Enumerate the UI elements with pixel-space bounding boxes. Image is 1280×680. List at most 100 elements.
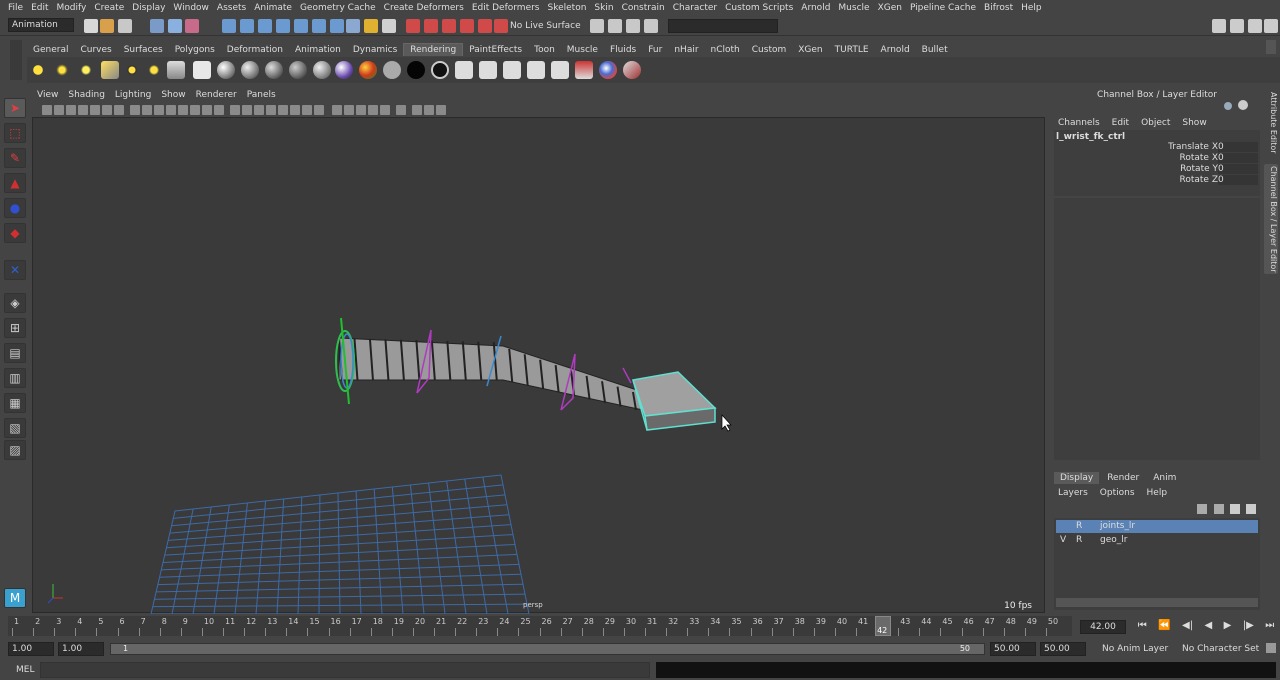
menu-create[interactable]: Create	[90, 3, 128, 13]
shelf-tab-ncloth[interactable]: nCloth	[705, 44, 746, 56]
select-component-icon[interactable]	[185, 19, 199, 33]
directional-light-icon[interactable]	[53, 61, 71, 79]
layer-menu-options[interactable]: Options	[1094, 488, 1141, 498]
viewport-menu-renderer[interactable]: Renderer	[191, 90, 242, 103]
menu-skeleton[interactable]: Skeleton	[544, 3, 591, 13]
anisotropic-icon[interactable]	[313, 61, 331, 79]
viewport-tool-icon[interactable]	[266, 105, 276, 115]
viewport-tool-icon[interactable]	[396, 105, 406, 115]
phong-icon[interactable]	[265, 61, 283, 79]
viewport-tool-icon[interactable]	[102, 105, 112, 115]
menu-edit-deformers[interactable]: Edit Deformers	[468, 3, 544, 13]
render-layer-icon[interactable]	[575, 61, 593, 79]
layer-tab-display[interactable]: Display	[1054, 472, 1100, 484]
mel-label[interactable]: MEL	[16, 665, 34, 675]
viewport-tool-icon[interactable]	[424, 105, 434, 115]
channel-row[interactable]: Translate X0	[1054, 142, 1260, 152]
menuset-dropdown[interactable]: Animation	[8, 18, 74, 32]
menu-skin[interactable]: Skin	[590, 3, 617, 13]
go-to-start-icon[interactable]: ⏮	[1138, 620, 1147, 634]
viewport-tool-icon[interactable]	[242, 105, 252, 115]
snap-surface-icon[interactable]	[294, 19, 308, 33]
tool-settings-toggle-icon[interactable]	[1264, 19, 1278, 33]
snap-extra-icon[interactable]	[330, 19, 344, 33]
viewport-tool-icon[interactable]	[302, 105, 312, 115]
channel-menu-edit[interactable]: Edit	[1106, 118, 1135, 128]
ipr-icon[interactable]	[479, 61, 497, 79]
snap-point-icon[interactable]	[258, 19, 272, 33]
shelf-tab-xgen[interactable]: XGen	[792, 44, 828, 56]
viewport-tool-icon[interactable]	[356, 105, 366, 115]
custom-layout-icon[interactable]: ▨	[4, 440, 26, 460]
viewport-menu-lighting[interactable]: Lighting	[110, 90, 156, 103]
anim-layer-label[interactable]: No Anim Layer	[1102, 644, 1168, 654]
point-light-icon[interactable]	[77, 61, 95, 79]
magnet-curve-icon[interactable]	[424, 19, 438, 33]
render-settings-icon[interactable]	[644, 19, 658, 33]
select-tool-icon[interactable]: ➤	[4, 98, 26, 118]
layer-render-toggle[interactable]: R	[1076, 535, 1086, 545]
layer-scrollbar[interactable]	[1056, 598, 1258, 607]
move-layer-up-icon[interactable]	[1197, 504, 1207, 514]
viewport-tool-icon[interactable]	[214, 105, 224, 115]
paint-select-tool-icon[interactable]: ✎	[4, 148, 26, 168]
script-editor-layout-icon[interactable]: ▧	[4, 418, 26, 438]
shelf-tab-toon[interactable]: Toon	[528, 44, 561, 56]
play-backward-icon[interactable]: ◀	[1204, 620, 1212, 634]
viewport-menu-view[interactable]: View	[32, 90, 63, 103]
shelf-tab-bullet[interactable]: Bullet	[916, 44, 954, 56]
channel-menu-object[interactable]: Object	[1135, 118, 1176, 128]
shelf-menu-button[interactable]	[10, 40, 22, 80]
display-toggle-icon[interactable]	[1224, 102, 1232, 110]
menu-file[interactable]: File	[4, 3, 27, 13]
viewport-tool-icon[interactable]	[66, 105, 76, 115]
command-input[interactable]	[40, 662, 650, 678]
lasso-tool-icon[interactable]: ⬚	[4, 123, 26, 143]
channel-value[interactable]: 0	[1218, 164, 1258, 174]
render-view-icon[interactable]	[590, 19, 604, 33]
snap-view-icon[interactable]	[312, 19, 326, 33]
snap-curve-icon[interactable]	[240, 19, 254, 33]
viewport-tool-icon[interactable]	[202, 105, 212, 115]
viewport-tool-icon[interactable]	[154, 105, 164, 115]
viewport-tool-icon[interactable]	[332, 105, 342, 115]
menu-create-deformers[interactable]: Create Deformers	[380, 3, 468, 13]
perspective-viewport[interactable]: persp 10 fps	[32, 117, 1045, 615]
channel-value[interactable]: 0	[1218, 142, 1258, 152]
viewport-tool-icon[interactable]	[314, 105, 324, 115]
spot-light-icon[interactable]	[101, 61, 119, 79]
channel-row[interactable]: Rotate Y0	[1054, 164, 1260, 174]
shading-map-icon[interactable]	[431, 61, 449, 79]
viewport-tool-icon[interactable]	[166, 105, 176, 115]
magnet-surface-icon[interactable]	[478, 19, 492, 33]
viewport-tool-icon[interactable]	[54, 105, 64, 115]
shelf-tab-dynamics[interactable]: Dynamics	[347, 44, 403, 56]
lambert-icon[interactable]	[241, 61, 259, 79]
viewport-tool-icon[interactable]	[178, 105, 188, 115]
viewport-tool-icon[interactable]	[278, 105, 288, 115]
shelf-tab-rendering[interactable]: Rendering	[403, 43, 464, 56]
batch-render-icon[interactable]	[503, 61, 521, 79]
layer-row[interactable]: V Rgeo_lr	[1056, 534, 1258, 547]
anim-start-field[interactable]: 1.00	[8, 642, 54, 656]
camera-icon[interactable]	[167, 61, 185, 79]
play-forward-icon[interactable]: ▶	[1224, 620, 1232, 634]
shelf-tab-surfaces[interactable]: Surfaces	[118, 44, 169, 56]
snap-plane-icon[interactable]	[276, 19, 290, 33]
magnet-point-icon[interactable]	[442, 19, 456, 33]
render-region-icon[interactable]	[527, 61, 545, 79]
menu-character[interactable]: Character	[669, 3, 721, 13]
single-perspective-layout-icon[interactable]: ◈	[4, 293, 26, 313]
viewport-tool-icon[interactable]	[114, 105, 124, 115]
go-to-end-icon[interactable]: ⏭	[1265, 620, 1274, 634]
menu-modify[interactable]: Modify	[53, 3, 91, 13]
menu-edit[interactable]: Edit	[27, 3, 52, 13]
shelf-tab-animation[interactable]: Animation	[289, 44, 347, 56]
use-background-icon[interactable]	[407, 61, 425, 79]
menu-display[interactable]: Display	[128, 3, 169, 13]
open-scene-icon[interactable]	[100, 19, 114, 33]
viewport-tool-icon[interactable]	[254, 105, 264, 115]
select-object-icon[interactable]	[168, 19, 182, 33]
four-view-layout-icon[interactable]: ⊞	[4, 318, 26, 338]
channel-menu-channels[interactable]: Channels	[1052, 118, 1106, 128]
